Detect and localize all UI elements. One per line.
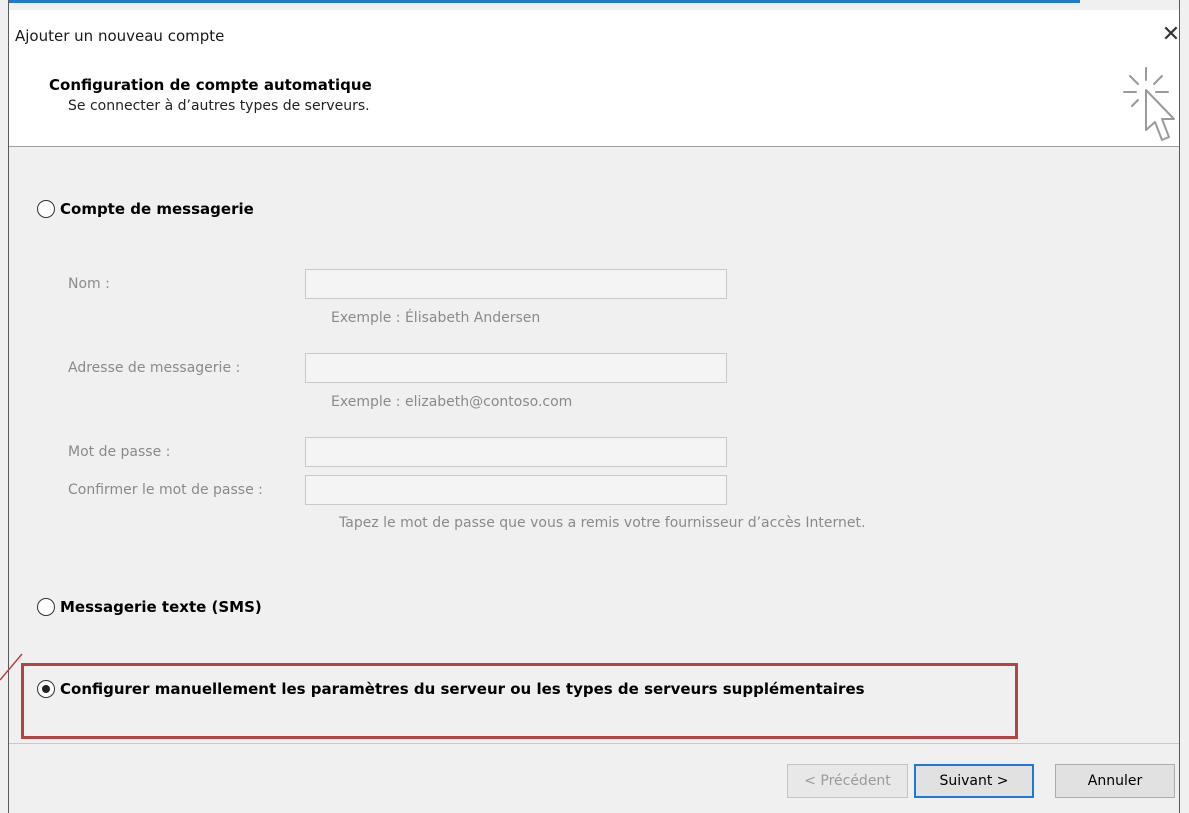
email-hint: Exemple : elizabeth@contoso.com bbox=[331, 394, 573, 410]
highlight-box bbox=[21, 663, 1018, 739]
email-label: Adresse de messagerie : bbox=[68, 360, 241, 376]
password-label: Mot de passe : bbox=[68, 444, 171, 460]
cancel-button[interactable]: Annuler bbox=[1055, 764, 1175, 798]
previous-button[interactable]: < Précédent bbox=[787, 764, 908, 798]
window-right-border bbox=[1179, 0, 1180, 813]
header-subtitle: Se connecter à d’autres types de serveur… bbox=[68, 98, 370, 114]
footer-divider bbox=[9, 743, 1179, 744]
password-field[interactable] bbox=[305, 437, 727, 467]
email-account-label: Compte de messagerie bbox=[60, 200, 254, 218]
close-icon[interactable]: ✕ bbox=[1159, 24, 1183, 48]
confirm-password-label: Confirmer le mot de passe : bbox=[68, 482, 263, 498]
title-bar: Ajouter un nouveau compte ✕ bbox=[9, 10, 1180, 62]
email-account-radio[interactable] bbox=[37, 200, 55, 218]
password-hint: Tapez le mot de passe que vous a remis v… bbox=[339, 515, 866, 531]
wizard-cursor-icon bbox=[1123, 67, 1175, 141]
sms-label: Messagerie texte (SMS) bbox=[60, 598, 262, 616]
callout-line bbox=[0, 653, 23, 681]
next-button[interactable]: Suivant > bbox=[914, 764, 1034, 798]
option-manual-config[interactable]: Configurer manuellement les paramètres d… bbox=[37, 680, 865, 698]
name-field[interactable] bbox=[305, 269, 727, 299]
wizard-header: Configuration de compte automatique Se c… bbox=[9, 62, 1179, 146]
add-account-dialog: Ajouter un nouveau compte ✕ Configuratio… bbox=[0, 0, 1189, 813]
email-field[interactable] bbox=[305, 353, 727, 383]
window-title: Ajouter un nouveau compte bbox=[15, 27, 225, 45]
header-divider bbox=[9, 146, 1179, 147]
sms-radio[interactable] bbox=[37, 598, 55, 616]
confirm-password-field[interactable] bbox=[305, 475, 727, 505]
name-hint: Exemple : Élisabeth Andersen bbox=[331, 310, 541, 326]
option-email-account[interactable]: Compte de messagerie bbox=[37, 200, 254, 218]
header-title: Configuration de compte automatique bbox=[49, 76, 372, 94]
name-label: Nom : bbox=[68, 276, 110, 292]
manual-config-label: Configurer manuellement les paramètres d… bbox=[60, 680, 865, 698]
option-sms[interactable]: Messagerie texte (SMS) bbox=[37, 598, 262, 616]
window-top-border bbox=[8, 0, 1080, 3]
manual-config-radio[interactable] bbox=[37, 680, 55, 698]
